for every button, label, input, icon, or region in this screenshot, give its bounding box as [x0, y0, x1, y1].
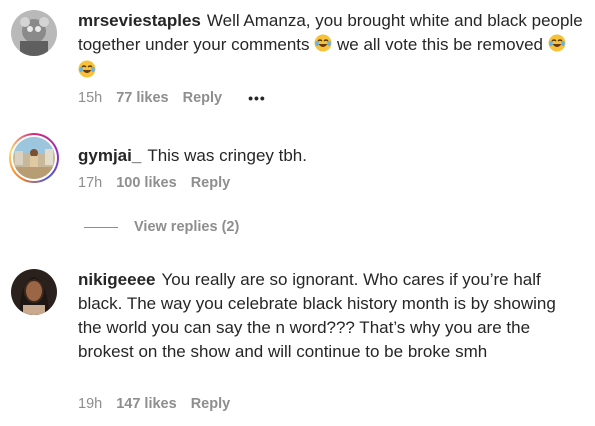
face-with-tears-of-joy-icon: [548, 34, 566, 59]
comment-meta: 15h 77 likes Reply •••: [78, 90, 266, 106]
view-replies-label: View replies (2): [134, 219, 240, 235]
more-options-icon[interactable]: •••: [248, 90, 266, 106]
user-avatar[interactable]: [11, 10, 57, 56]
comment-meta: 17h 100 likes Reply: [78, 175, 230, 191]
comment-time: 17h: [78, 175, 103, 191]
reply-button[interactable]: Reply: [191, 175, 231, 191]
face-with-tears-of-joy-icon: [78, 60, 96, 85]
view-replies-button[interactable]: View replies (2): [84, 219, 239, 235]
comment-time: 15h: [78, 90, 103, 106]
comment-likes[interactable]: 100 likes: [116, 175, 176, 191]
divider-line: [84, 226, 118, 228]
comment-meta: 19h 147 likes Reply: [78, 396, 230, 412]
comment-likes[interactable]: 77 likes: [116, 90, 168, 106]
comment-text: This was cringey tbh.: [147, 146, 307, 165]
comment-text-continued: we all vote this be removed: [336, 35, 543, 54]
reply-button[interactable]: Reply: [191, 396, 231, 412]
user-avatar[interactable]: [11, 269, 57, 315]
comment-time: 19h: [78, 396, 103, 412]
comment-likes[interactable]: 147 likes: [116, 396, 176, 412]
reply-button[interactable]: Reply: [183, 90, 223, 106]
comment-username[interactable]: mrseviestaples: [78, 11, 201, 30]
face-with-tears-of-joy-icon: [314, 34, 332, 59]
comment-username[interactable]: nikigeeee: [78, 270, 156, 289]
story-ring[interactable]: [9, 133, 59, 183]
user-avatar: [13, 137, 55, 179]
comment-username[interactable]: gymjai_: [78, 146, 141, 165]
